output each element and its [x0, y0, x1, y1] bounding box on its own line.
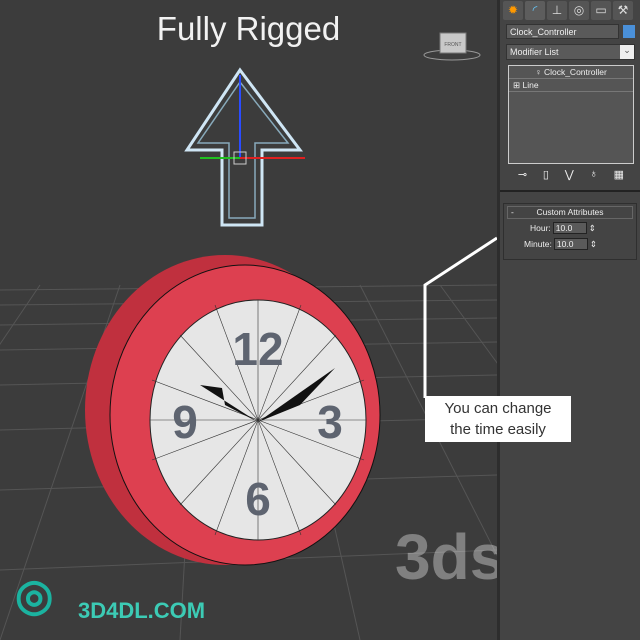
modifier-list-dropdown[interactable]: Modifier List ⌄: [506, 44, 635, 60]
hour-label: Hour:: [530, 223, 551, 233]
motion-tab-icon[interactable]: ◎: [569, 1, 589, 20]
command-panel: ✹ ◜ ⊥ ◎ ▭ ⚒ Clock_Controller Modifier Li…: [497, 0, 640, 640]
arrow-controller: [184, 67, 303, 227]
display-tab-icon[interactable]: ▭: [591, 1, 611, 20]
watermark-3d4dl: 3D4DL.COM: [78, 598, 206, 623]
object-color-swatch[interactable]: [623, 25, 635, 38]
configure-modifier-sets-icon[interactable]: ▦: [614, 168, 624, 181]
object-name-input[interactable]: Clock_Controller: [506, 24, 619, 39]
create-tab-icon[interactable]: ✹: [503, 1, 523, 20]
utilities-tab-icon[interactable]: ⚒: [613, 1, 633, 20]
minute-label: Minute:: [524, 239, 552, 249]
clock-number-12: 12: [232, 323, 283, 375]
callout-box: You can change the time easily: [425, 396, 571, 442]
rollout-header[interactable]: - Custom Attributes: [507, 206, 633, 219]
minute-spinner[interactable]: 10.0: [553, 238, 588, 250]
page-title: Fully Rigged: [156, 10, 341, 47]
make-unique-icon[interactable]: ⋁: [565, 168, 574, 181]
chevron-down-icon: ⌄: [620, 45, 634, 59]
hierarchy-tab-icon[interactable]: ⊥: [547, 1, 567, 20]
bulb-icon: ♀: [535, 67, 544, 77]
viewport[interactable]: 12 3 6 9 FRONT Fully Rigged 3dsky ◎ 3D4D…: [0, 0, 497, 640]
clock-number-6: 6: [245, 473, 271, 525]
watermark-3dsky: 3dsky: [395, 521, 497, 593]
stack-item-clock-controller[interactable]: ♀ Clock_Controller: [509, 66, 633, 79]
remove-modifier-icon[interactable]: ♁: [590, 168, 598, 181]
hour-spinner[interactable]: 10.0: [552, 222, 587, 234]
modifier-stack[interactable]: ♀ Clock_Controller ⊞ Line: [508, 65, 634, 164]
modify-tab-icon[interactable]: ◜: [525, 1, 545, 20]
stack-item-line[interactable]: ⊞ Line: [509, 79, 633, 92]
clock-number-3: 3: [317, 396, 343, 448]
logo-3d4dl: ◎: [15, 571, 54, 620]
callout-line-2: the time easily: [450, 421, 546, 438]
callout-line-1: You can change: [444, 400, 552, 417]
pin-stack-icon[interactable]: ⊸: [518, 168, 527, 181]
custom-attributes-rollout: - Custom Attributes Hour: 10.0 ⇕ Minute: 10.…: [503, 203, 637, 260]
clock-number-9: 9: [172, 396, 198, 448]
show-end-result-icon[interactable]: ▯: [543, 168, 549, 181]
